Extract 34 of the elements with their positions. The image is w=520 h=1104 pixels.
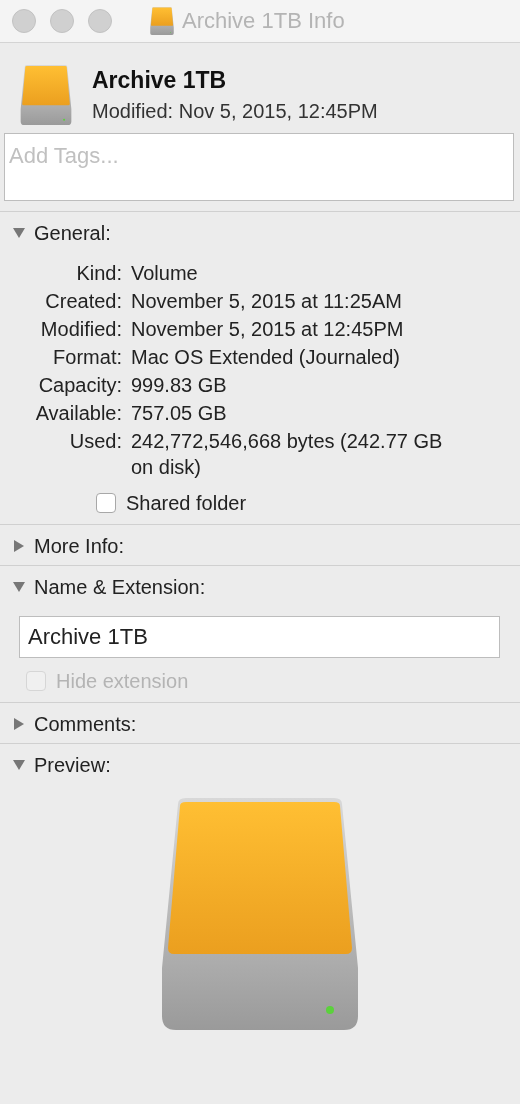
disclosure-triangle-icon[interactable] bbox=[12, 539, 26, 553]
section-title[interactable]: Preview: bbox=[34, 753, 111, 777]
info-value: Volume bbox=[131, 261, 199, 286]
info-label: Format: bbox=[52, 345, 122, 370]
name-field[interactable]: Archive 1TB bbox=[19, 616, 500, 658]
info-value: November 5, 2015 at 11:25AM bbox=[131, 289, 403, 314]
info-label: Created: bbox=[44, 289, 122, 314]
info-value: 757.05 GB bbox=[131, 401, 228, 426]
tags-field[interactable]: Add Tags... bbox=[4, 133, 514, 201]
checkbox[interactable] bbox=[96, 493, 116, 513]
disclosure-triangle-icon[interactable] bbox=[12, 717, 26, 731]
info-label: Used: bbox=[68, 429, 122, 454]
file-name: Archive 1TB bbox=[92, 67, 228, 94]
info-value: Mac OS Extended (Journaled) bbox=[131, 345, 402, 370]
window-title: Archive 1TB Info bbox=[182, 8, 345, 34]
section-title[interactable]: Name & Extension: bbox=[34, 575, 206, 599]
disclosure-triangle-icon[interactable] bbox=[12, 758, 26, 772]
info-value: November 5, 2015 at 12:45PM bbox=[131, 317, 405, 342]
section-title[interactable]: General: bbox=[34, 221, 111, 245]
info-label: Available: bbox=[34, 401, 122, 426]
section-title[interactable]: More Info: bbox=[34, 534, 125, 558]
modified-date: Modified: Nov 5, 2015, 12:45PM bbox=[92, 100, 378, 123]
drive-icon bbox=[20, 65, 72, 125]
disclosure-triangle-icon[interactable] bbox=[12, 580, 26, 594]
info-label: Capacity: bbox=[37, 373, 122, 398]
info-label: Kind: bbox=[75, 261, 122, 286]
checkbox-label: Shared folder bbox=[126, 491, 247, 515]
drive-icon bbox=[150, 7, 174, 35]
disclosure-triangle-icon[interactable] bbox=[12, 226, 26, 240]
info-label: Modified: bbox=[39, 317, 122, 342]
info-value: 242,772,546,668 bytes (242.77 GB on disk) bbox=[131, 429, 444, 480]
section-title[interactable]: Comments: bbox=[34, 712, 137, 736]
checkbox-label: Hide extension bbox=[56, 669, 189, 693]
info-value: 999.83 GB bbox=[131, 373, 228, 398]
